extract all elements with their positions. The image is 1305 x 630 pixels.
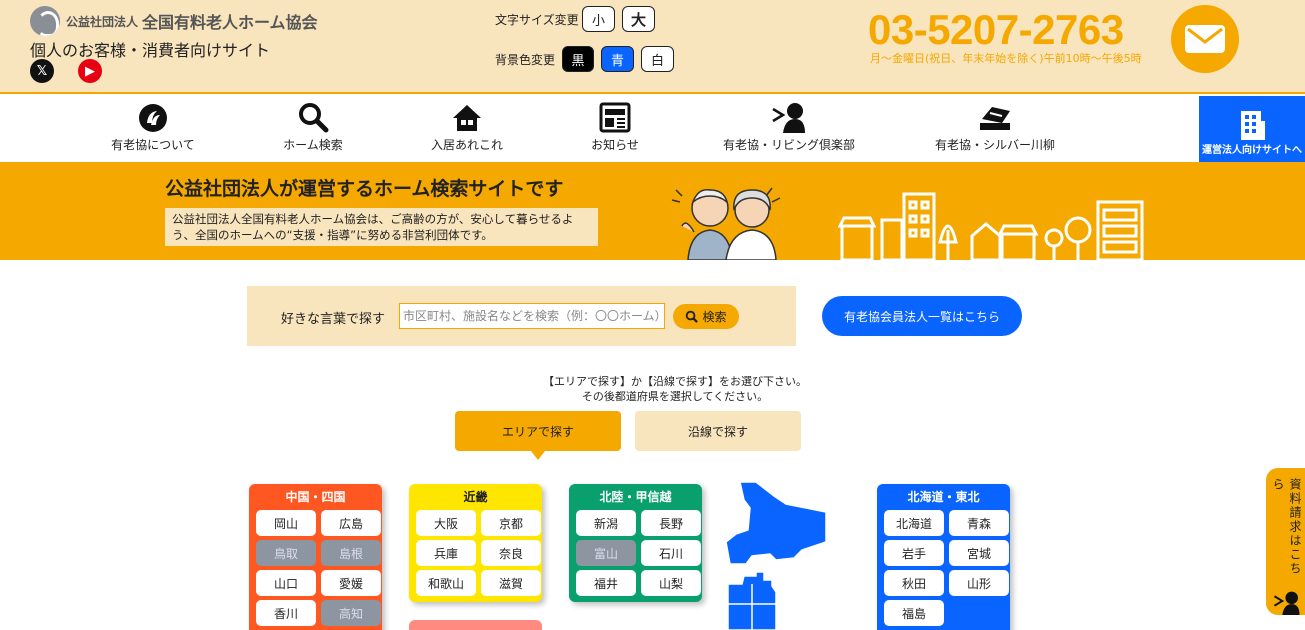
building-icon [1241,111,1265,140]
region-card-kinki: 近畿 大阪 京都 兵庫 奈良 和歌山 滋賀 [409,484,542,602]
town-illustration [838,192,1144,260]
region-title: 中国・四国 [285,490,346,504]
pref-button[interactable]: 山梨 [641,570,701,596]
corporate-site-label: 運営法人向けサイトへ [1202,145,1302,156]
region-card-chugoku-shikoku: 中国・四国 岡山 広島 鳥取 島根 山口 愛媛 香川 高知 [249,484,382,630]
font-size-label: 文字サイズ変更 [495,13,579,27]
pref-button-disabled: 島根 [321,540,381,566]
book-icon [980,107,1010,130]
pref-button[interactable]: 山形 [949,570,1009,596]
search-icon [299,103,329,133]
nav-label: ホーム検索 [283,138,343,152]
news-icon [599,102,631,133]
phone-hours: 月～金曜日(祝日、年末年始を除く)午前10時～午後5時 [870,52,1142,65]
elderly-couple-illustration [671,187,781,260]
instruction-line: 【エリアで探す】か【沿線で探す】をお選び下さい。 [543,375,807,388]
font-large-button[interactable]: 大 [622,6,655,32]
hero-title: 公益社団法人が運営するホーム検索サイトです [165,178,564,200]
font-small-button[interactable]: 小 [582,6,615,32]
nav-label: 有老協・シルバー川柳 [935,138,1056,152]
pref-button[interactable]: 岩手 [884,540,944,566]
pref-button[interactable]: 愛媛 [321,570,381,596]
corporate-site-button[interactable]: 運営法人向けサイトへ [1199,96,1305,162]
site-subtitle: 個人のお客様・消費者向けサイト [30,41,271,60]
pref-button[interactable]: 奈良 [481,540,541,566]
document-request-tab[interactable]: 資料請求はこちら [1266,468,1305,615]
logo-name-text: 全国有料老人ホーム協会 [142,13,318,32]
nav-item-news[interactable]: お知らせ [590,96,640,162]
person-icon [1273,591,1300,615]
nav-label: 入居あれこれ [430,138,503,152]
pref-button[interactable]: 福井 [576,570,636,596]
pref-button[interactable]: 宮城 [949,540,1009,566]
nav-label: お知らせ [591,138,639,152]
pref-button[interactable]: 兵庫 [416,540,476,566]
keyword-search-box: 好きな言葉で探す 検索 [247,286,796,346]
region-card-hokuriku-koshinetsu: 北陸・甲信越 新潟 長野 富山 石川 福井 山梨 [569,484,702,602]
nav-item-about[interactable]: 有老協について [111,96,195,162]
nav-label: 有老協・リビング倶楽部 [723,138,856,152]
bg-color-label: 背景色変更 [495,53,556,67]
pref-button[interactable]: 石川 [641,540,701,566]
pref-button[interactable]: 滋賀 [481,570,541,596]
pref-button-disabled: 富山 [576,540,636,566]
bg-white-button[interactable]: 白 [641,46,674,72]
youtube-icon[interactable]: ▶ [78,59,102,83]
search-instruction: 【エリアで探す】か【沿線で探す】をお選び下さい。 その後都道府県を選択してくださ… [400,374,950,404]
logo-small-text: 公益社団法人 [66,14,139,29]
document-request-label: 資料請求はこちら [1271,478,1302,576]
region-title: 近畿 [463,490,488,504]
pref-button[interactable]: 香川 [256,600,316,626]
mail-icon[interactable] [1171,5,1239,73]
logo-icon [30,6,60,36]
pref-button[interactable]: 長野 [641,510,701,536]
home-icon [453,105,481,131]
site-logo[interactable]: 公益社団法人 全国有料老人ホーム協会 [30,6,318,36]
pref-button[interactable]: 京都 [481,510,541,536]
site-header: 公益社団法人 全国有料老人ホーム協会 個人のお客様・消費者向けサイト 𝕏 ▶ 文… [0,0,1305,94]
region-title: 北陸・甲信越 [599,490,672,504]
tab-search-by-area[interactable]: エリアで探す [455,411,621,460]
pref-button[interactable]: 山口 [256,570,316,596]
japan-map[interactable] [726,480,830,630]
nav-item-search[interactable]: ホーム検索 [282,96,344,162]
pref-button[interactable]: 秋田 [884,570,944,596]
instruction-line: その後都道府県を選択してください。 [581,390,769,403]
logo-icon [139,104,167,132]
hero-banner: 公益社団法人が運営するホーム検索サイトです 公益社団法人全国有料老人ホーム協会は… [0,162,1305,260]
search-input[interactable] [399,303,665,329]
pref-button-disabled: 高知 [321,600,381,626]
main-nav: 有老協について ホーム検索 入居あれこれ お知らせ 有老協・リビング倶楽部 有老… [0,96,1305,162]
search-icon [686,310,699,323]
pref-button[interactable]: 大阪 [416,510,476,536]
member-list-button[interactable]: 有老協会員法人一覧はこちら [822,296,1022,336]
nav-item-living-club[interactable]: 有老協・リビング倶楽部 [723,96,856,162]
bg-black-button[interactable]: 黒 [562,46,594,72]
pref-button[interactable]: 和歌山 [416,570,476,596]
pref-button-disabled: 鳥取 [256,540,316,566]
search-button[interactable]: 検索 [673,304,739,329]
phone-number[interactable]: 03-5207-2763 [868,6,1124,54]
pref-button[interactable]: 広島 [321,510,381,536]
search-button-label: 検索 [702,310,727,324]
pref-button[interactable]: 新潟 [576,510,636,536]
region-card-tokai [409,620,542,630]
search-label: 好きな言葉で探す [281,312,386,327]
nav-label: 有老協について [111,138,195,152]
pref-button[interactable]: 青森 [949,510,1009,536]
pref-button[interactable]: 岡山 [256,510,316,536]
pref-button[interactable]: 北海道 [884,510,944,536]
hero-description: 公益社団法人全国有料老人ホーム協会は、ご高齢の方が、安心して暮らせるよう、全国の… [165,208,598,246]
nav-item-senryu[interactable]: 有老協・シルバー川柳 [935,96,1056,162]
nav-item-guide[interactable]: 入居あれこれ [430,96,504,162]
region-title: 北海道・東北 [907,490,980,504]
tab-search-by-line[interactable]: 沿線で探す [635,411,801,451]
bg-blue-button[interactable]: 青 [601,46,634,72]
x-icon[interactable]: 𝕏 [30,59,54,83]
person-icon [772,103,805,133]
region-card-hokkaido-tohoku: 北海道・東北 北海道 青森 岩手 宮城 秋田 山形 福島 [877,484,1010,630]
pref-button[interactable]: 福島 [884,600,944,626]
sns-links: 𝕏 ▶ [30,59,102,83]
